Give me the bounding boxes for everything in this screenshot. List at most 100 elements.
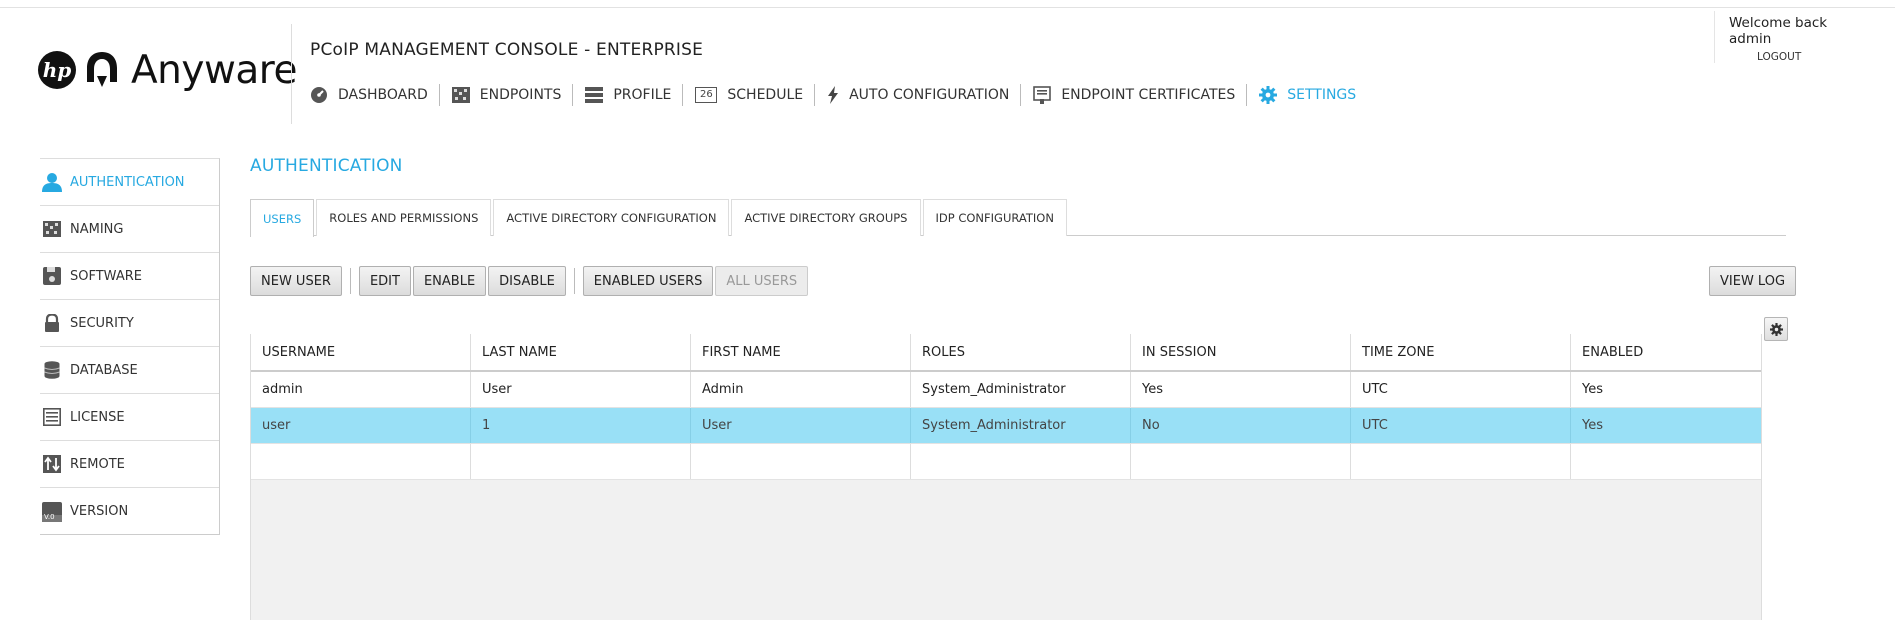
profile-icon <box>584 86 604 104</box>
calendar-day: 26 <box>695 87 718 103</box>
table-header: USERNAME LAST NAME FIRST NAME ROLES IN S… <box>251 334 1761 372</box>
tab-bar: USERS ROLES AND PERMISSIONS ACTIVE DIREC… <box>250 199 1786 237</box>
toolbar-separator <box>573 268 575 294</box>
sidebar-item-label: VERSION <box>70 504 129 519</box>
tab-active-directory-groups[interactable]: ACTIVE DIRECTORY GROUPS <box>731 199 921 236</box>
table-row-selected[interactable]: user 1 User System_Administrator No UTC … <box>251 408 1761 444</box>
table-cell: Yes <box>1131 372 1351 407</box>
table-cell: UTC <box>1351 372 1571 407</box>
column-header-time-zone[interactable]: TIME ZONE <box>1351 334 1571 370</box>
naming-icon <box>42 219 62 239</box>
sidebar-item-database[interactable]: DATABASE <box>40 347 219 394</box>
nav-dashboard[interactable]: DASHBOARD <box>309 86 439 104</box>
users-toolbar: NEW USER EDIT ENABLE DISABLE ENABLED USE… <box>250 266 810 296</box>
column-header-enabled[interactable]: ENABLED <box>1571 334 1761 370</box>
column-header-last-name[interactable]: LAST NAME <box>471 334 691 370</box>
software-icon <box>42 266 62 286</box>
sidebar-item-label: LICENSE <box>70 409 125 425</box>
tab-roles-and-permissions[interactable]: ROLES AND PERMISSIONS <box>316 199 492 236</box>
anyware-logo: hp Anyware <box>38 46 297 94</box>
nav-endpoints[interactable]: ENDPOINTS <box>451 86 573 104</box>
table-row[interactable]: admin User Admin System_Administrator Ye… <box>251 372 1761 408</box>
tab-idp-configuration[interactable]: IDP CONFIGURATION <box>922 199 1067 236</box>
table-cell <box>471 444 691 479</box>
sidebar-item-security[interactable]: SECURITY <box>40 300 219 347</box>
sidebar-item-version[interactable]: V.0 VERSION <box>40 488 219 535</box>
endpoints-icon <box>451 86 471 104</box>
table-cell: UTC <box>1351 408 1571 443</box>
sidebar-item-authentication[interactable]: AUTHENTICATION <box>40 159 219 206</box>
logout-link[interactable]: LOGOUT <box>1757 51 1856 63</box>
table-cell: Admin <box>691 372 911 407</box>
nav-profile[interactable]: PROFILE <box>584 86 682 104</box>
table-cell <box>1571 444 1761 479</box>
table-cell: user <box>251 408 471 443</box>
table-cell <box>1131 444 1351 479</box>
column-header-username[interactable]: USERNAME <box>251 334 471 370</box>
view-log-button[interactable]: VIEW LOG <box>1709 266 1797 296</box>
user-welcome: Welcome back admin LOGOUT <box>1714 11 1856 63</box>
nav-separator <box>438 84 440 106</box>
table-cell: admin <box>251 372 471 407</box>
sidebar-item-naming[interactable]: NAMING <box>40 206 219 253</box>
table-cell <box>691 444 911 479</box>
hp-logo: hp <box>38 51 76 89</box>
edit-button[interactable]: EDIT <box>358 266 411 296</box>
anyware-mark-icon <box>87 52 117 87</box>
remote-icon <box>42 454 62 474</box>
table-cell: 1 <box>471 408 691 443</box>
sidebar-item-label: DATABASE <box>70 362 138 378</box>
nav-separator <box>1246 84 1248 106</box>
nav-schedule[interactable]: 26 SCHEDULE <box>694 86 814 104</box>
certificate-icon <box>1032 86 1052 104</box>
calendar-icon: 26 <box>694 86 718 104</box>
tab-users[interactable]: USERS <box>250 199 315 237</box>
nav-settings[interactable]: SETTINGS <box>1258 86 1367 104</box>
enabled-users-button[interactable]: ENABLED USERS <box>582 266 714 296</box>
nav-label: SCHEDULE <box>727 87 804 103</box>
main-nav: DASHBOARD ENDPOINTS PROFILE 26 SCHEDULE … <box>309 84 1367 106</box>
header-divider <box>291 24 292 124</box>
nav-label: SETTINGS <box>1287 87 1357 103</box>
sidebar-item-label: REMOTE <box>70 456 125 472</box>
dashboard-icon <box>309 86 329 104</box>
toolbar-separator <box>349 268 351 294</box>
new-user-button[interactable]: NEW USER <box>250 266 342 296</box>
nav-separator <box>814 84 816 106</box>
nav-label: PROFILE <box>613 87 672 103</box>
column-header-roles[interactable]: ROLES <box>911 334 1131 370</box>
lightning-icon <box>826 86 840 104</box>
settings-sidebar: AUTHENTICATION NAMING SOFTWARE SECURITY … <box>40 158 220 535</box>
gear-icon <box>1769 322 1783 336</box>
nav-endpoint-certificates[interactable]: ENDPOINT CERTIFICATES <box>1032 86 1246 104</box>
nav-label: AUTO CONFIGURATION <box>849 87 1010 103</box>
tab-active-directory-configuration[interactable]: ACTIVE DIRECTORY CONFIGURATION <box>493 199 730 236</box>
nav-separator <box>572 84 574 106</box>
version-icon-text: V.0 <box>44 512 55 521</box>
nav-label: ENDPOINTS <box>479 87 562 103</box>
lock-icon <box>42 313 62 333</box>
license-icon <box>42 407 62 427</box>
user-icon <box>42 172 62 192</box>
database-icon <box>42 360 62 380</box>
column-header-in-session[interactable]: IN SESSION <box>1131 334 1351 370</box>
table-cell <box>1351 444 1571 479</box>
page-title: AUTHENTICATION <box>250 156 403 176</box>
all-users-button[interactable]: ALL USERS <box>715 266 809 296</box>
column-settings-button[interactable] <box>1764 317 1788 341</box>
nav-separator <box>682 84 684 106</box>
welcome-text: Welcome back admin <box>1729 15 1828 47</box>
nav-label: ENDPOINT CERTIFICATES <box>1061 87 1236 103</box>
sidebar-item-remote[interactable]: REMOTE <box>40 441 219 488</box>
sidebar-item-license[interactable]: LICENSE <box>40 394 219 441</box>
column-header-first-name[interactable]: FIRST NAME <box>691 334 911 370</box>
enable-button[interactable]: ENABLE <box>412 266 487 296</box>
sidebar-item-label: SOFTWARE <box>70 268 142 284</box>
table-cell: System_Administrator <box>911 408 1131 443</box>
nav-auto-configuration[interactable]: AUTO CONFIGURATION <box>826 86 1020 104</box>
sidebar-item-label: SECURITY <box>70 315 134 331</box>
sidebar-item-software[interactable]: SOFTWARE <box>40 253 219 300</box>
nav-label: DASHBOARD <box>338 87 428 103</box>
disable-button[interactable]: DISABLE <box>488 266 566 296</box>
brand-name: Anyware <box>131 47 297 93</box>
